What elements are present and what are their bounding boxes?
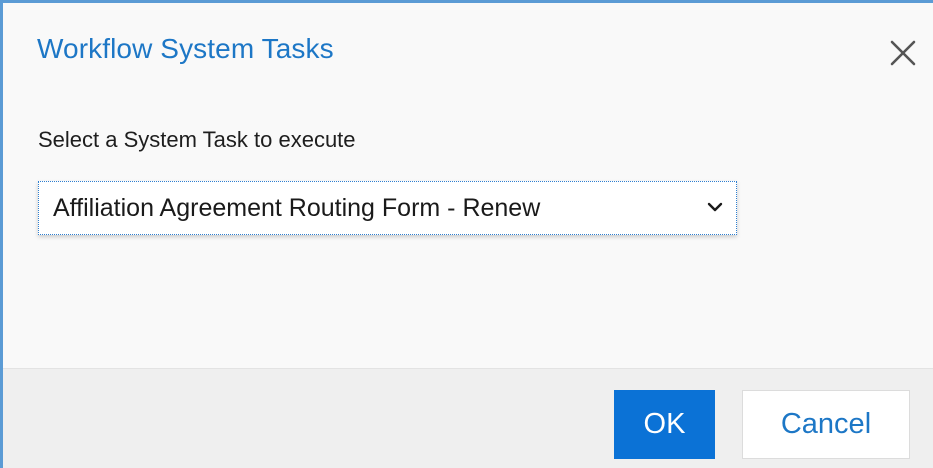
system-task-selected-value: Affiliation Agreement Routing Form - Ren… [53, 194, 541, 222]
cancel-button[interactable]: Cancel [742, 390, 910, 459]
workflow-system-tasks-dialog: Workflow System Tasks Select a System Ta… [0, 0, 933, 468]
dialog-title: Workflow System Tasks [37, 33, 334, 64]
chevron-down-icon [707, 202, 723, 212]
dialog-footer: OK Cancel [3, 368, 933, 468]
system-task-select[interactable]: Affiliation Agreement Routing Form - Ren… [38, 181, 737, 235]
close-button[interactable] [883, 33, 923, 73]
system-task-label: Select a System Task to execute [38, 127, 356, 152]
dialog-header: Workflow System Tasks [3, 3, 933, 103]
ok-button[interactable]: OK [614, 390, 715, 459]
close-icon [890, 40, 916, 66]
